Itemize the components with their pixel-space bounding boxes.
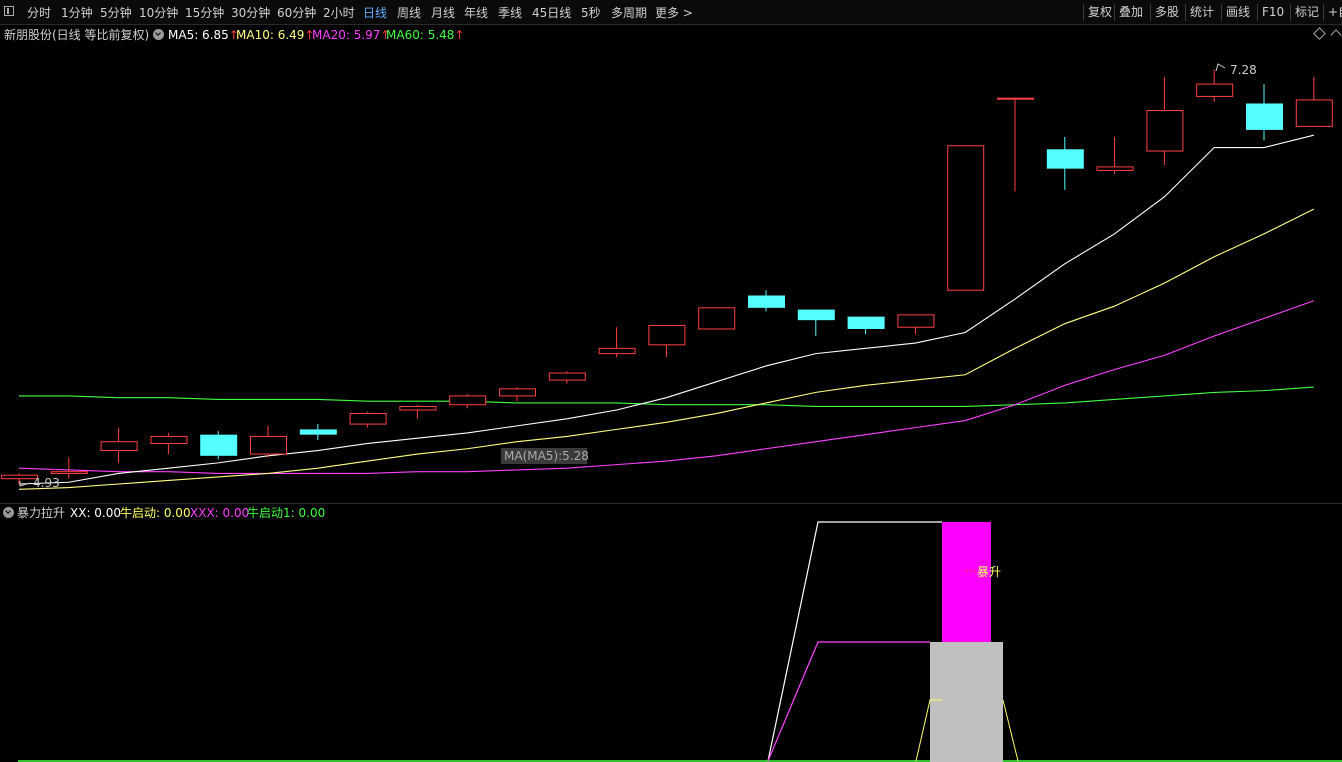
candle-body-up (548, 372, 586, 381)
candle-body-up (1146, 110, 1184, 152)
candle-body-up (150, 435, 188, 444)
kline-chart[interactable]: 7.28 4.93 暴升 (0, 0, 1342, 762)
ma-tooltip: MA(MA5):5.28 (501, 448, 589, 464)
candle-body-up (648, 324, 686, 346)
panel-divider[interactable] (0, 503, 1342, 504)
candle-body-up (449, 395, 487, 406)
indicator-value-1: 牛启动: 0.00 (120, 506, 191, 520)
niuqidong-line-2 (1002, 699, 1019, 762)
candle-body-up (1196, 83, 1234, 97)
high-price-label: 7.28 (1230, 63, 1257, 77)
candle-body-up (100, 441, 138, 452)
candle-body-up (598, 347, 636, 355)
indicator-value-0: XX: 0.00 (70, 506, 122, 520)
candle-body-down (1246, 103, 1283, 130)
gray-bar (930, 642, 1003, 762)
candle-body-down (797, 309, 835, 321)
indicator-value-2: XXX: 0.00 (190, 506, 250, 520)
low-price-label: 4.93 (33, 476, 60, 490)
candle-body-up (897, 314, 935, 328)
candle-body-up (349, 413, 387, 425)
candle-body-down (1046, 149, 1084, 169)
candle-body-up (399, 405, 437, 411)
candle-body-up (698, 307, 736, 330)
signal-label: 暴升 (977, 565, 1001, 579)
indicator-name: 暴力拉升 (17, 506, 66, 520)
candle-body-up (1096, 166, 1134, 171)
candle-body-down (847, 316, 885, 329)
candle-body-down (748, 295, 785, 308)
candle-body-down (200, 434, 238, 456)
ma60-line (19, 386, 1314, 408)
candle-body-up (250, 435, 287, 455)
high-marker (1215, 63, 1226, 72)
xxx-line (767, 641, 930, 762)
ma5-line (18, 134, 1314, 485)
indicator-dropdown-icon[interactable] (3, 507, 14, 518)
candle-body-down (299, 429, 337, 435)
candle-body-up (997, 97, 1034, 100)
magenta-bar (942, 522, 991, 642)
candle-body-up (1295, 99, 1333, 127)
candle-body-up (50, 471, 88, 474)
candle-body-up (947, 145, 985, 291)
indicator-value-3: 牛启动1: 0.00 (247, 506, 326, 520)
candle-body-up (499, 388, 536, 397)
